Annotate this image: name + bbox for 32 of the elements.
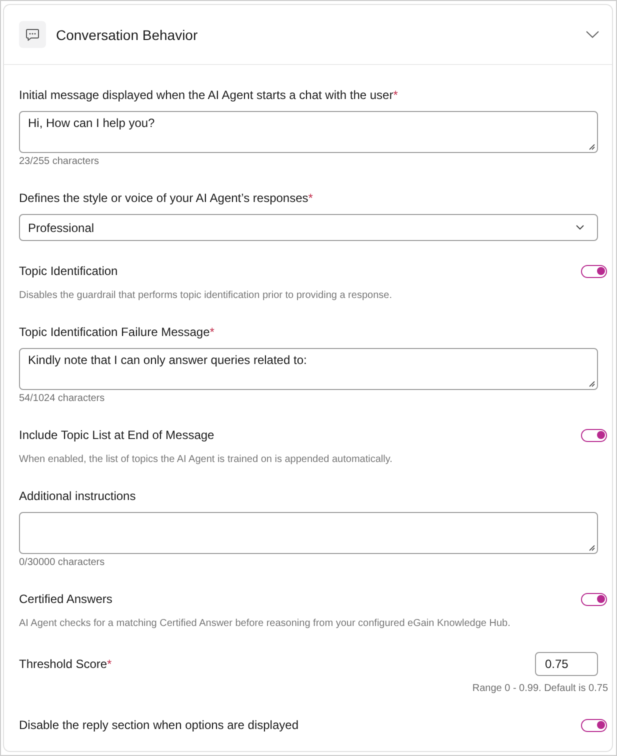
text-area-field[interactable]: Kindly note that I can only answer queries related to: [19, 348, 598, 390]
field-label: Topic Identification [19, 263, 118, 279]
field-label: Certified Answers [19, 591, 112, 607]
text-area-field[interactable] [19, 512, 598, 554]
toggle-switch[interactable] [581, 718, 607, 732]
toggle-switch[interactable] [581, 592, 607, 606]
field-label: Include Topic List at End of Message [19, 427, 214, 443]
range-hint: Range 0 - 0.99. Default is 0.75 [472, 682, 608, 695]
field-label: Initial message displayed when the AI Agent starts a chat with the user* [19, 87, 399, 103]
chevron-down-icon[interactable] [586, 31, 599, 38]
toggle-switch[interactable] [581, 264, 607, 278]
resize-grip-icon[interactable] [589, 545, 595, 551]
chat-bubble-icon [19, 21, 46, 48]
section-title: Conversation Behavior [56, 26, 198, 44]
character-counter: 54/1024 characters [19, 392, 106, 405]
number-field[interactable]: 0.75 [535, 652, 598, 676]
text-area-field[interactable]: Hi, How can I help you? [19, 111, 598, 153]
field-label: Topic Identification Failure Message* [19, 324, 216, 340]
select-dropdown[interactable]: Professional [19, 214, 598, 241]
toggle-switch[interactable] [581, 428, 607, 442]
field-description: Disables the guardrail that performs topic identification prior to providing a response. [19, 289, 393, 302]
field-description: When enabled, the list of topics the AI Agent is trained on is appended automatically. [19, 453, 394, 466]
field-description: AI Agent checks for a matching Certified Answer before reasoning from your configured eGain Knowledge Hub. [19, 617, 512, 630]
resize-grip-icon[interactable] [589, 144, 595, 150]
resize-grip-icon[interactable] [589, 381, 595, 387]
character-counter: 23/255 characters [19, 155, 100, 168]
field-label: Threshold Score* [19, 656, 112, 672]
field-label: Additional instructions [19, 488, 137, 504]
field-label: Defines the style or voice of your AI Agent’s responses* [19, 190, 314, 206]
character-counter: 0/30000 characters [19, 556, 106, 569]
caret-icon [576, 225, 584, 230]
field-label: Disable the reply section when options are displayed [19, 717, 298, 733]
